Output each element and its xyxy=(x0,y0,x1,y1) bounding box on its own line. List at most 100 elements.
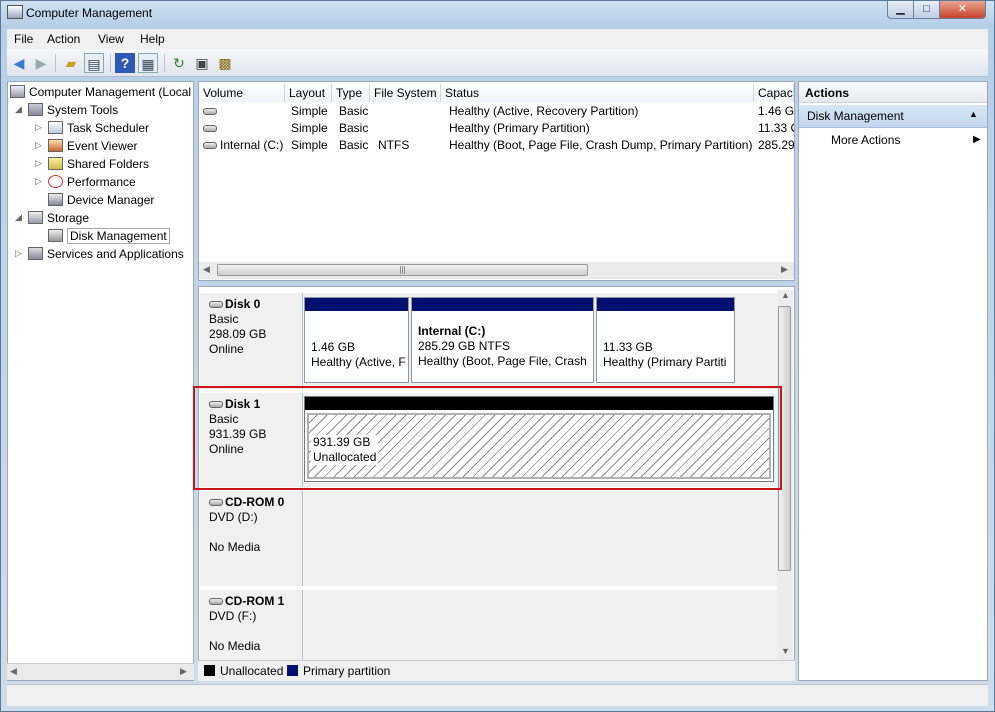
title-bar[interactable]: Computer Management ▁ □ ✕ xyxy=(1,1,994,25)
refresh-icon[interactable]: ↻ xyxy=(169,53,189,73)
back-arrow-icon[interactable]: ◀ xyxy=(9,53,29,73)
cd-rom-1-label[interactable]: CD-ROM 1 DVD (F:) No Media xyxy=(200,590,303,662)
tree-item-performance[interactable]: Performance xyxy=(48,173,136,191)
tools-icon xyxy=(28,103,43,116)
actions-section-disk-management[interactable]: Disk Management ▲ xyxy=(799,105,987,128)
disk-name: CD-ROM 0 xyxy=(225,495,285,509)
maximize-button[interactable]: □ xyxy=(913,1,940,19)
scroll-right-icon[interactable]: ▶ xyxy=(180,666,187,677)
collapse-arrow-icon[interactable]: ◢ xyxy=(15,104,22,115)
help-icon[interactable]: ? xyxy=(115,53,135,73)
tree-label: Event Viewer xyxy=(67,139,138,153)
forward-arrow-icon[interactable]: ▶ xyxy=(31,53,51,73)
menu-file[interactable]: File xyxy=(14,32,33,46)
disk-0-partitions: 1.46 GB Healthy (Active, F Internal (C:) 2… xyxy=(303,293,777,389)
tree-label: Task Scheduler xyxy=(67,121,150,135)
tree-label: System Tools xyxy=(47,103,119,117)
menu-view[interactable]: View xyxy=(98,32,124,46)
tree-label: Services and Applications xyxy=(47,247,184,261)
disk-name: CD-ROM 1 xyxy=(225,594,285,608)
console-icon[interactable]: ▦ xyxy=(138,53,158,73)
cell-type: Basic xyxy=(339,104,369,118)
show-hide-tree-icon[interactable]: ▤ xyxy=(84,53,104,73)
cell-status: Healthy (Boot, Page File, Crash Dump, Pr… xyxy=(449,138,753,152)
tree-item-task-scheduler[interactable]: Task Scheduler xyxy=(48,119,149,137)
tree-item-computer-management[interactable]: Computer Management (Local xyxy=(10,83,191,101)
actions-header: Actions xyxy=(799,82,987,103)
disk-management-icon xyxy=(48,229,63,242)
properties-icon[interactable]: ▣ xyxy=(192,53,212,73)
disk-state: Online xyxy=(209,342,244,356)
partition-text: Internal (C:) 285.29 GB NTFS Healthy (Boot… xyxy=(418,324,590,368)
tree-horizontal-scrollbar[interactable]: ◀ ▶ xyxy=(7,663,194,680)
tree-item-event-viewer[interactable]: Event Viewer xyxy=(48,137,137,155)
column-header-layout[interactable]: Layout xyxy=(285,84,332,102)
partition-primary[interactable]: 11.33 GB Healthy (Primary Partiti xyxy=(596,297,735,383)
tree-label: Computer Management (Local xyxy=(29,85,192,99)
more-actions-label: More Actions xyxy=(831,133,901,147)
tree-item-storage[interactable]: Storage xyxy=(28,209,89,227)
primary-partition-bar xyxy=(305,298,408,311)
column-header-capacity[interactable]: Capaci xyxy=(754,84,794,102)
expand-arrow-icon[interactable]: ▷ xyxy=(35,122,42,133)
computer-icon xyxy=(10,85,25,98)
cd-rom-0-area xyxy=(303,491,777,586)
tree-item-disk-management[interactable]: Disk Management xyxy=(48,227,170,245)
tree-label: Shared Folders xyxy=(67,157,150,171)
menu-help[interactable]: Help xyxy=(140,32,165,46)
scroll-left-icon[interactable]: ◀ xyxy=(10,666,17,677)
scroll-up-icon[interactable]: ▲ xyxy=(781,290,790,300)
computer-management-icon xyxy=(7,5,23,19)
device-manager-icon xyxy=(48,193,63,206)
dvd-drive-icon xyxy=(209,598,223,605)
disk-state: No Media xyxy=(209,540,261,554)
tree-item-system-tools[interactable]: System Tools xyxy=(28,101,118,119)
primary-partition-swatch xyxy=(287,665,298,676)
tree-item-services-and-applications[interactable]: Services and Applications xyxy=(28,245,184,263)
tree-item-shared-folders[interactable]: Shared Folders xyxy=(48,155,149,173)
console-tree: Computer Management (Local ◢ System Tool… xyxy=(7,81,194,681)
volume-list-scroll-thumb[interactable]: ||| xyxy=(217,264,588,276)
export-icon[interactable]: ▩ xyxy=(215,53,235,73)
scroll-right-icon[interactable]: ▶ xyxy=(781,264,788,275)
column-header-type[interactable]: Type xyxy=(332,84,370,102)
disk-type: Basic xyxy=(209,312,239,326)
legend: Unallocated Primary partition xyxy=(198,660,795,681)
tree-item-device-manager[interactable]: Device Manager xyxy=(48,191,154,209)
scroll-left-icon[interactable]: ◀ xyxy=(203,264,210,275)
expand-arrow-icon[interactable]: ▷ xyxy=(35,158,42,169)
storage-icon xyxy=(28,211,43,224)
partition-recovery[interactable]: 1.46 GB Healthy (Active, F xyxy=(304,297,409,383)
up-folder-icon[interactable]: ▰ xyxy=(61,53,81,73)
column-header-volume[interactable]: Volume xyxy=(199,84,285,102)
legend-unallocated: Unallocated xyxy=(204,664,283,678)
close-button[interactable]: ✕ xyxy=(939,1,986,19)
column-header-file-system[interactable]: File System xyxy=(370,84,441,102)
disk-0-label[interactable]: Disk 0 Basic 298.09 GB Online xyxy=(200,293,303,389)
expand-arrow-icon[interactable]: ▷ xyxy=(35,140,42,151)
disk-state: No Media xyxy=(209,639,261,653)
table-row[interactable]: Simple Basic Healthy (Primary Partition)… xyxy=(199,120,794,137)
shared-folder-icon xyxy=(48,157,63,170)
more-actions-item[interactable]: More Actions ▶ xyxy=(831,133,981,147)
disk-type: DVD (D:) xyxy=(209,510,258,524)
table-row[interactable]: Simple Basic Healthy (Active, Recovery P… xyxy=(199,103,794,120)
volume-icon xyxy=(203,108,217,115)
performance-icon xyxy=(48,175,63,188)
expand-arrow-icon[interactable]: ▷ xyxy=(15,248,22,259)
toolbar: ◀ ▶ ▰ ▤ ? ▦ ↻ ▣ ▩ xyxy=(7,49,988,77)
collapse-up-icon[interactable]: ▲ xyxy=(969,109,978,119)
partition-text: 11.33 GB Healthy (Primary Partiti xyxy=(603,340,727,369)
minimize-button[interactable]: ▁ xyxy=(887,1,914,19)
cell-layout: Simple xyxy=(291,138,328,152)
table-row[interactable]: Internal (C:) Simple Basic NTFS Healthy … xyxy=(199,137,794,154)
menu-action[interactable]: Action xyxy=(47,32,80,46)
collapse-arrow-icon[interactable]: ◢ xyxy=(15,212,22,223)
partition-internal-c[interactable]: Internal (C:) 285.29 GB NTFS Healthy (Boot… xyxy=(411,297,594,383)
scroll-down-icon[interactable]: ▼ xyxy=(781,646,790,656)
cell-capacity: 1.46 GE xyxy=(758,104,794,118)
column-header-status[interactable]: Status xyxy=(441,84,754,102)
volume-list: Volume Layout Type File System Status Ca… xyxy=(198,81,795,281)
expand-arrow-icon[interactable]: ▷ xyxy=(35,176,42,187)
cd-rom-0-label[interactable]: CD-ROM 0 DVD (D:) No Media xyxy=(200,491,303,586)
